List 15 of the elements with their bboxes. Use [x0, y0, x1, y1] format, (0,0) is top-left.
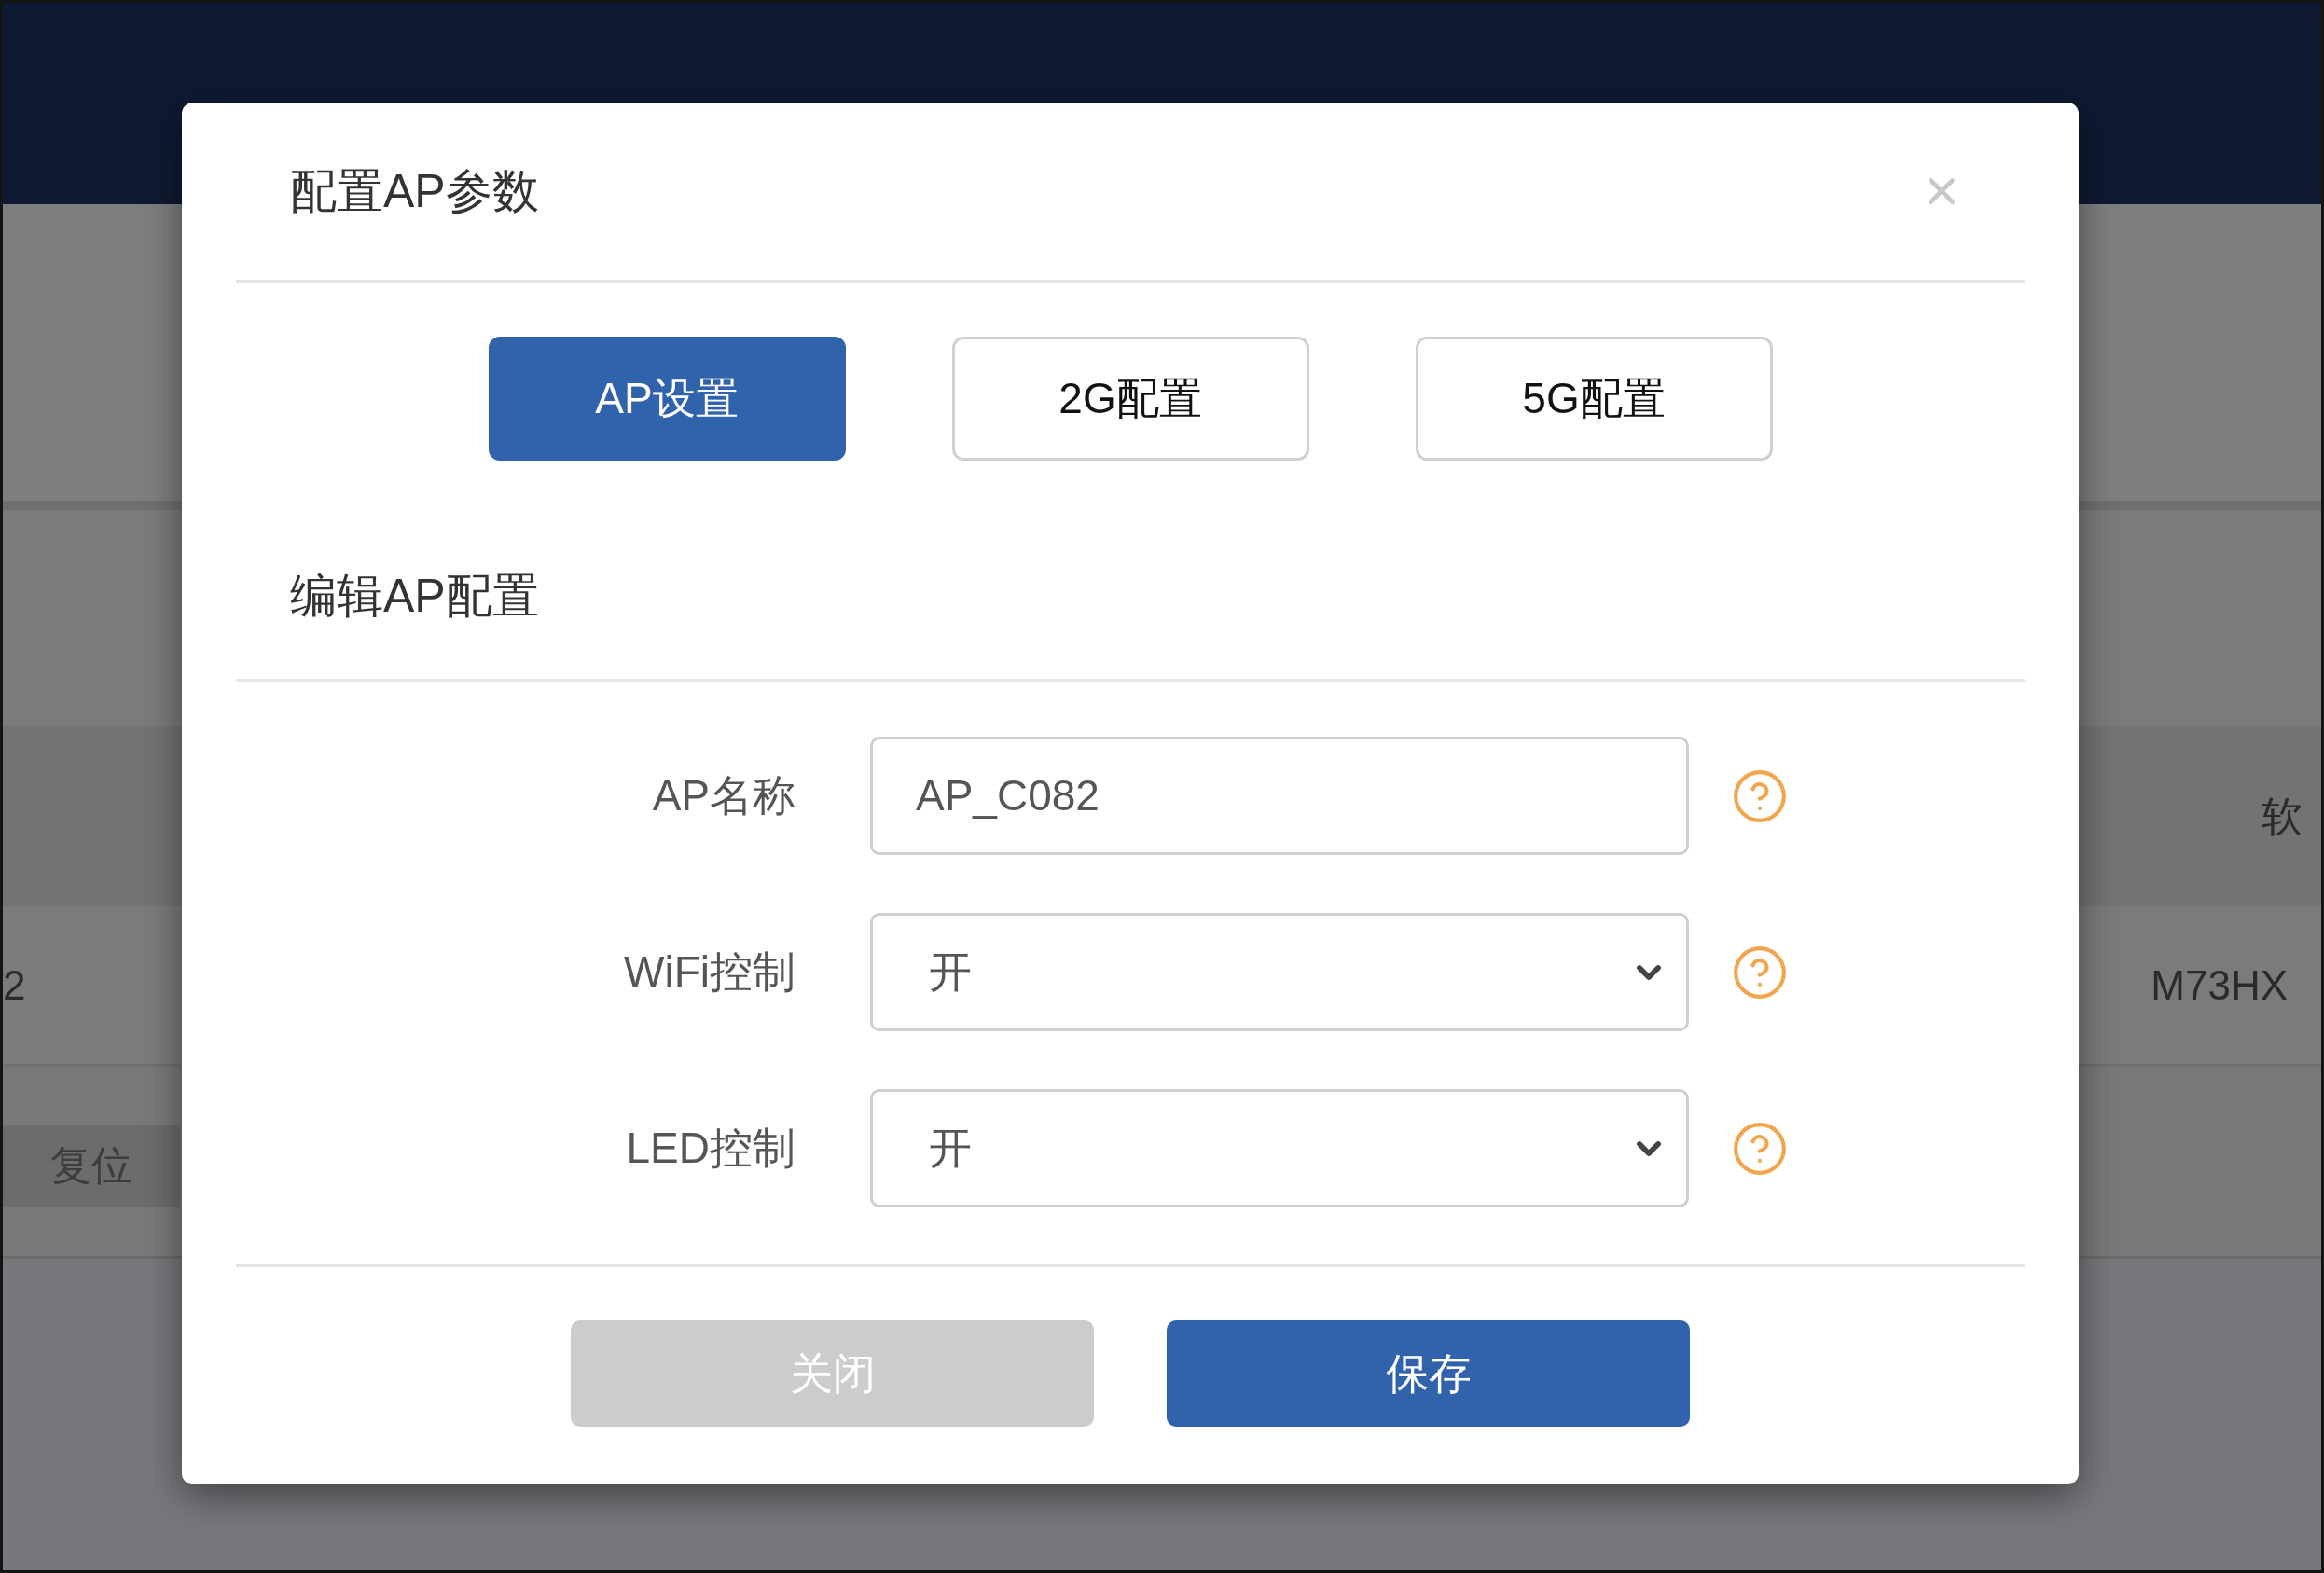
- field-label: AP名称: [651, 770, 795, 821]
- select-field[interactable]: 开: [870, 1089, 1689, 1207]
- dialog-title: 配置AP参数: [289, 163, 539, 219]
- table-cell-text: 2: [3, 960, 26, 1010]
- table-cell-text: M73HX: [2151, 960, 2288, 1010]
- dialog-button[interactable]: 保存: [1167, 1320, 1690, 1427]
- column-header: 软: [2262, 792, 2303, 841]
- select-field[interactable]: 开: [870, 913, 1689, 1031]
- tab[interactable]: 5G配置: [1415, 337, 1773, 461]
- tab[interactable]: AP设置: [488, 337, 846, 461]
- field-label: WiFi控制: [623, 946, 795, 998]
- field-label: LED控制: [625, 1123, 795, 1174]
- tab[interactable]: 2G配置: [951, 337, 1309, 461]
- input-field[interactable]: AP_C082: [870, 737, 1689, 855]
- section-title: 编辑AP配置: [289, 569, 540, 623]
